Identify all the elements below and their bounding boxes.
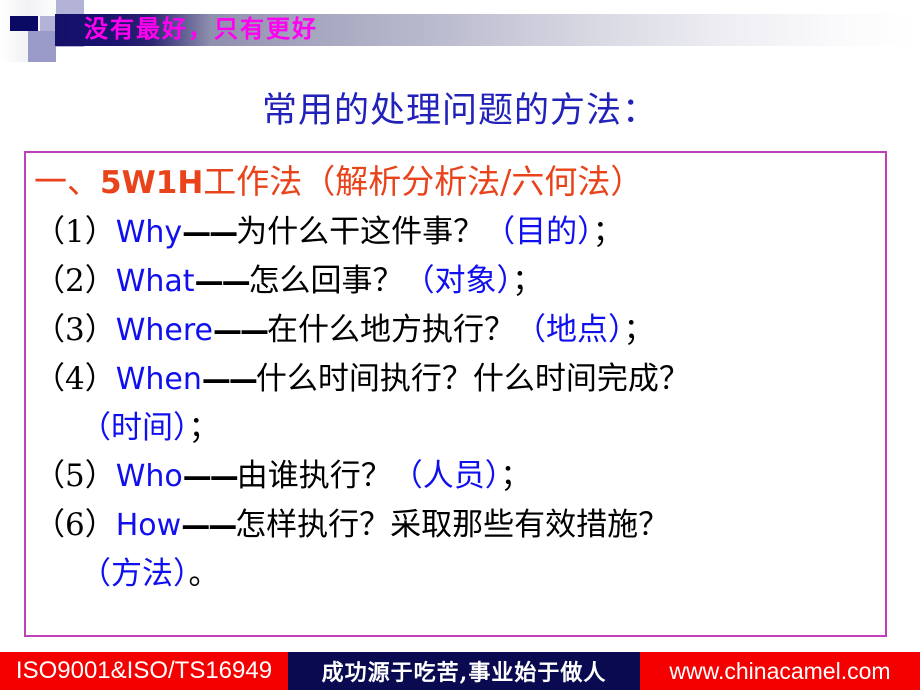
item-english: Where bbox=[115, 313, 213, 348]
item-dash: —— bbox=[182, 459, 239, 493]
item-note: （时间） bbox=[80, 410, 189, 446]
item-note: （方法） bbox=[80, 556, 189, 592]
list-item-continuation: （方法）。 bbox=[34, 550, 883, 598]
item-dash: —— bbox=[194, 264, 251, 298]
item-number: （6） bbox=[34, 507, 116, 543]
item-punct: ； bbox=[592, 214, 624, 250]
banner-title: 没有最好，只有更好 bbox=[84, 15, 318, 43]
item-question: 在什么地方执行？ bbox=[267, 312, 515, 348]
item-dash: —— bbox=[201, 362, 258, 396]
list-item: （2）What——怎么回事？（对象）； bbox=[34, 257, 883, 306]
item-english: Why bbox=[115, 215, 183, 250]
heading-suffix: 工作法（解析分析法/六何法） bbox=[203, 162, 644, 201]
item-note: （对象） bbox=[403, 263, 513, 299]
item-punct: ； bbox=[188, 410, 220, 446]
item-punct: 。 bbox=[188, 556, 220, 592]
banner-square-navy bbox=[10, 16, 38, 31]
item-punct: ； bbox=[500, 458, 532, 494]
item-english: How bbox=[115, 508, 182, 543]
content-lines: 一、5W1H工作法（解析分析法/六何法） （1）Why——为什么干这件事？（目的… bbox=[34, 157, 883, 598]
list-item: （4）When——什么时间执行？什么时间完成？ bbox=[34, 355, 883, 404]
item-english: What bbox=[115, 264, 195, 299]
item-number: （2） bbox=[34, 263, 116, 299]
banner-square-lilac-bottom bbox=[28, 47, 56, 62]
item-number: （3） bbox=[34, 312, 116, 348]
item-number: （5） bbox=[34, 458, 116, 494]
slide-banner: 没有最好，只有更好 bbox=[0, 0, 920, 62]
item-note: （地点） bbox=[515, 312, 624, 348]
item-dash: —— bbox=[181, 508, 237, 542]
item-punct: ； bbox=[623, 312, 655, 348]
list-item: （1）Why——为什么干这件事？（目的）； bbox=[34, 208, 883, 257]
footer-certification: ISO9001&ISO/TS16949 bbox=[0, 652, 288, 690]
heading-5w1h: 5W1H bbox=[100, 165, 204, 201]
item-question: 怎样执行？采取那些有效措施？ bbox=[235, 507, 670, 543]
page-title: 常用的处理问题的方法： bbox=[261, 91, 658, 131]
footer-website[interactable]: www.chinacamel.com bbox=[640, 652, 920, 690]
item-question: 为什么干这件事？ bbox=[236, 214, 485, 250]
banner-square-lilac-lower bbox=[28, 31, 56, 47]
item-number: （4） bbox=[34, 361, 116, 397]
item-note: （目的） bbox=[484, 214, 593, 250]
item-english: Who bbox=[115, 459, 183, 494]
item-dash: —— bbox=[182, 215, 238, 249]
item-question: 由谁执行？ bbox=[236, 458, 392, 494]
item-question: 怎么回事？ bbox=[248, 263, 404, 299]
list-item-continuation: （时间）； bbox=[34, 404, 883, 452]
list-item: （3）Where——在什么地方执行？（地点）； bbox=[34, 306, 883, 355]
item-question: 什么时间执行？什么时间完成？ bbox=[255, 361, 690, 397]
content-box: 一、5W1H工作法（解析分析法/六何法） （1）Why——为什么干这件事？（目的… bbox=[24, 151, 887, 637]
item-number: （1） bbox=[34, 214, 116, 250]
item-punct: ； bbox=[512, 263, 544, 299]
item-dash: —— bbox=[213, 313, 269, 347]
heading-prefix: 一、 bbox=[34, 162, 100, 201]
footer-slogan: 成功源于吃苦,事业始于做人 bbox=[288, 652, 640, 690]
list-item: （6）How——怎样执行？采取那些有效措施？ bbox=[34, 501, 883, 550]
slide-footer: ISO9001&ISO/TS16949 成功源于吃苦,事业始于做人 www.ch… bbox=[0, 652, 920, 690]
item-note: （人员） bbox=[391, 458, 501, 494]
item-english: When bbox=[115, 362, 202, 397]
heading-line: 一、5W1H工作法（解析分析法/六何法） bbox=[34, 157, 883, 208]
list-item: （5）Who——由谁执行？（人员）； bbox=[34, 452, 883, 501]
